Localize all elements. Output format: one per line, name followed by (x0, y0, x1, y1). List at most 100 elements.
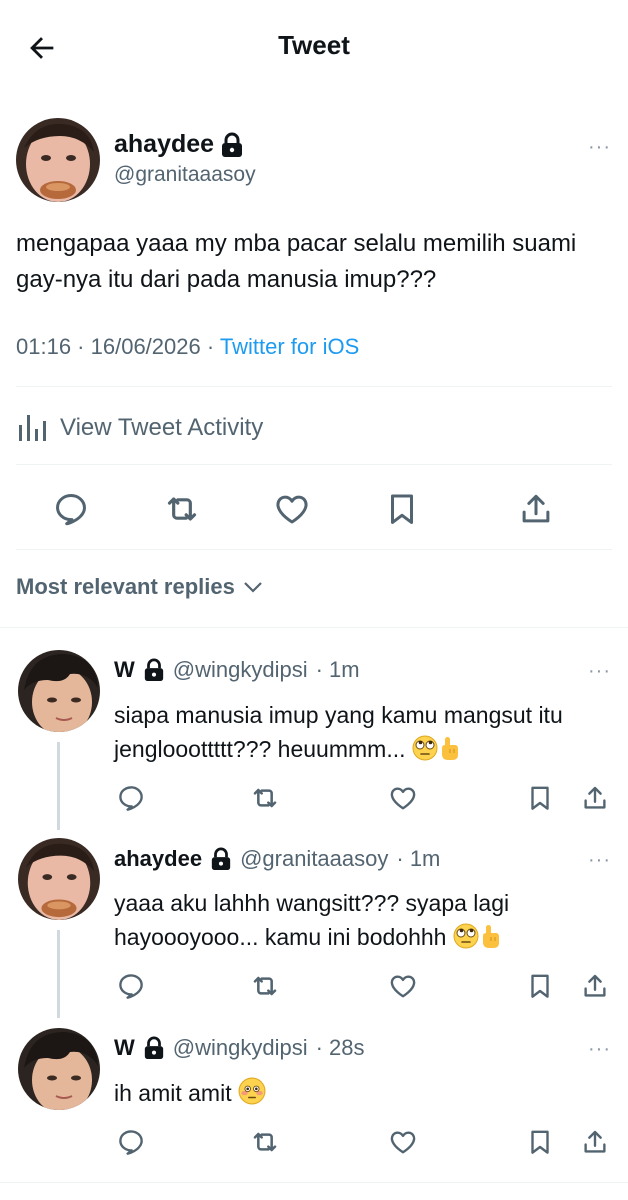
more-options-icon[interactable]: ··· (588, 136, 611, 159)
bookmark-icon (531, 974, 549, 998)
reply-header: ahaydee @granitaaasoy · 1m (114, 846, 440, 872)
chevron-down-icon (244, 582, 262, 593)
retweet-button[interactable] (247, 968, 283, 1004)
reply-sort-label: Most relevant replies (16, 574, 235, 599)
reply-text: ih amit amit (114, 1076, 584, 1114)
bookmark-icon (390, 494, 414, 524)
reply-actions (0, 1124, 628, 1160)
face-with-rolling-eyes-icon (453, 923, 479, 958)
bookmark-button[interactable] (522, 780, 558, 816)
divider (0, 627, 628, 628)
face-with-rolling-eyes-icon (412, 735, 438, 770)
divider (16, 386, 612, 387)
author-handle[interactable]: @granitaaasoy (114, 163, 256, 187)
bookmark-button[interactable] (380, 487, 424, 531)
reply-header: W @wingkydipsi · 28s (114, 1035, 365, 1061)
heart-icon (390, 1131, 416, 1154)
bookmark-icon (531, 786, 549, 810)
more-options-icon[interactable]: ··· (588, 1038, 611, 1061)
avatar[interactable] (18, 650, 100, 732)
lock-icon (222, 132, 243, 157)
tweet-text: mengapaa yaaa my mba pacar selalu memili… (16, 230, 577, 293)
heart-icon (276, 495, 308, 524)
reply-author-handle[interactable]: @wingkydipsi (173, 1035, 308, 1061)
tweet-date[interactable]: 16/06/2026 (91, 334, 201, 359)
reply-author-handle[interactable]: @granitaaasoy (240, 846, 388, 872)
lock-icon (144, 658, 163, 681)
reply-author-name[interactable]: W (114, 1035, 135, 1061)
comment-icon (119, 786, 143, 811)
retweet-icon (253, 976, 277, 996)
top-bar: Tweet (0, 0, 628, 92)
retweet-icon (253, 788, 277, 808)
like-button[interactable] (385, 968, 421, 1004)
reply-button[interactable] (113, 1124, 149, 1160)
reply-time: · 28s (315, 1035, 365, 1060)
like-button[interactable] (385, 780, 421, 816)
retweet-icon (167, 497, 197, 521)
share-button[interactable] (577, 1124, 613, 1160)
divider (16, 549, 612, 550)
meta-separator: · (200, 334, 220, 359)
like-button[interactable] (270, 487, 314, 531)
share-button[interactable] (577, 968, 613, 1004)
heart-icon (390, 787, 416, 810)
bookmark-icon (531, 1130, 549, 1154)
reply-time: · 1m (315, 657, 360, 682)
retweet-button[interactable] (247, 780, 283, 816)
flushed-face-icon (238, 1077, 266, 1114)
more-options-icon[interactable]: ··· (588, 660, 611, 683)
reply-button[interactable] (49, 487, 93, 531)
divider (0, 1182, 628, 1183)
reply-actions (0, 968, 628, 1004)
reply-author-name[interactable]: ahaydee (114, 846, 202, 872)
reply-text-content: yaaa aku lahhh wangsitt??? syapa lagi ha… (114, 890, 510, 950)
avatar[interactable] (18, 1028, 100, 1110)
tweet-actions (0, 487, 628, 531)
like-button[interactable] (385, 1124, 421, 1160)
lock-icon (144, 1036, 163, 1059)
share-icon (584, 786, 606, 809)
reply-sort-dropdown[interactable]: Most relevant replies (16, 574, 263, 600)
comment-icon (56, 494, 86, 526)
bookmark-button[interactable] (522, 1124, 558, 1160)
reply-text-content: siapa manusia imup yang kamu mangsut itu… (114, 702, 563, 762)
share-icon (584, 974, 606, 997)
bookmark-button[interactable] (522, 968, 558, 1004)
reply-button[interactable] (113, 780, 149, 816)
reply-text: yaaa aku lahhh wangsitt??? syapa lagi ha… (114, 886, 584, 958)
share-icon (584, 1130, 606, 1153)
share-button[interactable] (514, 487, 558, 531)
reply-time: · 1m (396, 846, 441, 871)
comment-icon (119, 974, 143, 999)
tweet-time[interactable]: 01:16 (16, 334, 71, 359)
share-button[interactable] (577, 780, 613, 816)
reply-button[interactable] (113, 968, 149, 1004)
author-name[interactable]: ahaydee (114, 130, 244, 159)
comment-icon (119, 1130, 143, 1155)
author-name-text: ahaydee (114, 130, 215, 158)
index-pointing-up-icon (479, 923, 503, 958)
retweet-button[interactable] (160, 487, 204, 531)
avatar[interactable] (18, 838, 100, 920)
reply-author-name[interactable]: W (114, 657, 135, 683)
meta-separator: · (71, 334, 91, 359)
share-icon (522, 494, 550, 523)
heart-icon (390, 975, 416, 998)
divider (16, 464, 612, 465)
view-tweet-activity-button[interactable]: View Tweet Activity (16, 408, 263, 448)
page-title: Tweet (278, 30, 350, 60)
more-options-icon[interactable]: ··· (588, 849, 611, 872)
lock-icon (211, 847, 231, 870)
tweet-source-link[interactable]: Twitter for iOS (220, 334, 359, 359)
index-pointing-up-icon (438, 735, 462, 770)
analytics-icon (19, 415, 46, 441)
reply-text-content: ih amit amit (114, 1080, 232, 1106)
reply-actions (0, 780, 628, 816)
retweet-button[interactable] (247, 1124, 283, 1160)
reply-author-handle[interactable]: @wingkydipsi (173, 657, 308, 683)
avatar[interactable] (16, 118, 100, 202)
retweet-icon (253, 1132, 277, 1152)
reply-header: W @wingkydipsi · 1m (114, 657, 360, 683)
reply-text: siapa manusia imup yang kamu mangsut itu… (114, 698, 584, 770)
